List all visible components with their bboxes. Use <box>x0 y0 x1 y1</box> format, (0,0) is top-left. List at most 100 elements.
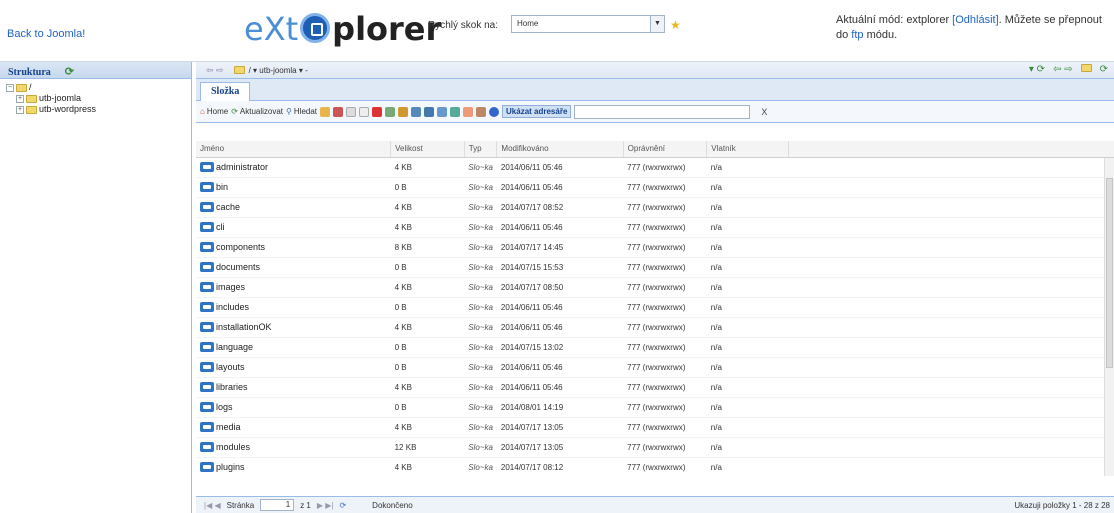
column-header-name[interactable]: Jméno <box>196 141 392 158</box>
refresh-icon[interactable]: ⟳ <box>65 66 74 78</box>
row-spacer <box>788 417 1114 438</box>
refresh-button[interactable]: ⟳ Aktualizovat <box>231 107 283 116</box>
nav-arrows-icon[interactable]: ⇦ ⇨ <box>1053 64 1073 75</box>
table-row[interactable]: administrator 4 KB Slo~ka 2014/06/11 05:46 7… <box>196 157 1114 178</box>
tree-item-label: utb-wordpress <box>39 104 97 114</box>
file-size-cell: 4 KB <box>390 277 465 298</box>
column-header-owner[interactable]: Vlatník <box>706 141 789 158</box>
folder-icon <box>200 362 214 372</box>
folder-icon <box>200 422 214 432</box>
filter-clear-button[interactable]: X <box>761 107 767 117</box>
table-row[interactable]: layouts 0 B Slo~ka 2014/06/11 05:46 777 (rwx… <box>196 357 1114 378</box>
expand-icon[interactable]: + <box>16 94 24 103</box>
tree-item-utb-wordpress[interactable]: + utb-wordpress <box>6 104 185 115</box>
home-button[interactable]: ⌂ Home <box>200 107 228 116</box>
table-row[interactable]: cli 4 KB Slo~ka 2014/06/11 05:46 777 (rwxrwx… <box>196 217 1114 238</box>
scrollbar-thumb[interactable] <box>1106 178 1113 368</box>
table-row[interactable]: images 4 KB Slo~ka 2014/07/17 08:50 777 (rwx… <box>196 277 1114 298</box>
column-header-permissions[interactable]: Oprávnění <box>623 141 708 158</box>
mode-text: Aktuální mód: extplorer [Odhlásit]. Může… <box>836 13 1112 43</box>
tab-slozka[interactable]: Složka <box>200 82 251 101</box>
file-name-label: logs <box>216 402 233 412</box>
folder-icon <box>200 382 214 392</box>
file-name-label: language <box>216 342 254 352</box>
folder-icon <box>200 162 214 172</box>
file-name-cell: plugins <box>196 457 391 475</box>
path-breadcrumb[interactable]: / ▾ utb-joomla ▾ - <box>249 66 308 75</box>
column-header-type[interactable]: Typ <box>464 141 498 158</box>
folder-icon <box>200 322 214 332</box>
help-icon[interactable] <box>489 106 500 117</box>
table-row[interactable]: includes 0 B Slo~ka 2014/06/11 05:46 777 (rw… <box>196 297 1114 318</box>
archive-icon[interactable] <box>463 106 474 117</box>
file-permissions-cell: 777 (rwxrwxrwx) <box>623 237 707 258</box>
file-type-cell: Slo~ka <box>464 397 497 418</box>
table-row[interactable]: language 0 B Slo~ka 2014/07/15 13:02 777 (rw… <box>196 337 1114 358</box>
view-icon[interactable] <box>411 106 422 117</box>
first-page-icon[interactable]: |◀ ◀ <box>204 501 221 510</box>
chevron-down-icon[interactable]: ▼ <box>650 16 664 32</box>
file-type-cell: Slo~ka <box>464 177 497 198</box>
table-row[interactable]: installationOK 4 KB Slo~ka 2014/06/11 05:46… <box>196 317 1114 338</box>
file-permissions-cell: 777 (rwxrwxrwx) <box>623 457 707 475</box>
table-row[interactable]: bin 0 B Slo~ka 2014/06/11 05:46 777 (rwxrwxr… <box>196 177 1114 198</box>
chmod-icon[interactable] <box>398 106 409 117</box>
tree-item-utb-joomla[interactable]: + utb-joomla <box>6 93 185 104</box>
extract-icon[interactable] <box>476 106 487 117</box>
next-page-icon[interactable]: ▶ ▶| <box>317 501 334 510</box>
column-header-modified[interactable]: Modifikováno <box>496 141 624 158</box>
upload-icon[interactable] <box>450 106 461 117</box>
file-permissions-cell: 777 (rwxrwxrwx) <box>623 217 707 238</box>
show-directories-button[interactable]: Ukázat adresáře <box>502 105 572 118</box>
details-icon[interactable] <box>424 106 435 117</box>
collapse-icon[interactable]: − <box>6 83 14 92</box>
file-modified-cell: 2014/07/17 13:05 <box>496 437 624 458</box>
table-row[interactable]: modules 12 KB Slo~ka 2014/07/17 13:05 777 (r… <box>196 437 1114 458</box>
tab-strip: Složka <box>196 79 1114 101</box>
file-size-cell: 4 KB <box>390 217 465 238</box>
refresh-icon[interactable]: ⟳ <box>339 501 346 510</box>
copy-icon[interactable] <box>346 106 357 117</box>
file-size-cell: 8 KB <box>390 237 465 258</box>
reload-icon[interactable]: ⟳ <box>1100 64 1108 75</box>
download-icon[interactable] <box>437 106 448 117</box>
file-permissions-cell: 777 (rwxrwxrwx) <box>623 397 707 418</box>
file-modified-cell: 2014/07/17 08:50 <box>496 277 624 298</box>
table-row[interactable]: documents 0 B Slo~ka 2014/07/15 15:53 777 (r… <box>196 257 1114 278</box>
edit-icon[interactable] <box>333 106 344 117</box>
folder-icon[interactable] <box>1080 64 1092 72</box>
filter-input[interactable] <box>574 104 751 119</box>
row-spacer <box>788 357 1114 378</box>
table-row[interactable]: components 8 KB Slo~ka 2014/07/17 14:45 777 … <box>196 237 1114 258</box>
logout-link[interactable]: [Odhlásit] <box>952 14 998 26</box>
ftp-link[interactable]: ftp <box>851 29 863 41</box>
table-row[interactable]: logs 0 B Slo~ka 2014/08/01 14:19 777 (rwxrwx… <box>196 397 1114 418</box>
row-spacer <box>788 437 1114 458</box>
file-name-label: components <box>216 242 266 252</box>
table-row[interactable]: media 4 KB Slo~ka 2014/07/17 13:05 777 (rwxr… <box>196 417 1114 438</box>
file-name-cell: cli <box>196 217 391 238</box>
table-row[interactable]: plugins 4 KB Slo~ka 2014/07/17 08:12 777 (rw… <box>196 457 1114 475</box>
page-input[interactable]: 1 <box>260 499 295 511</box>
new-file-icon[interactable] <box>320 106 331 117</box>
nav-arrows-icon[interactable]: ⇦ ⇨ <box>206 65 224 76</box>
tree-root[interactable]: − / <box>6 82 185 93</box>
vertical-scrollbar[interactable] <box>1104 158 1114 476</box>
back-to-joomla-link[interactable]: Back to Joomla! <box>7 28 85 40</box>
delete-icon[interactable] <box>372 106 383 117</box>
file-name-label: cache <box>216 202 241 212</box>
table-row[interactable]: libraries 4 KB Slo~ka 2014/06/11 05:46 777 (… <box>196 377 1114 398</box>
table-row[interactable]: cache 4 KB Slo~ka 2014/07/17 08:52 777 (rwxr… <box>196 197 1114 218</box>
star-icon[interactable]: ★ <box>670 18 681 32</box>
jump-select[interactable]: Home ▼ <box>511 15 665 33</box>
file-owner-cell: n/a <box>706 317 789 338</box>
file-size-cell: 12 KB <box>390 437 465 458</box>
rename-icon[interactable] <box>385 106 396 117</box>
file-permissions-cell: 777 (rwxrwxrwx) <box>623 377 707 398</box>
go-icon[interactable]: ▾ ⟳ <box>1029 64 1045 75</box>
expand-icon[interactable]: + <box>16 105 24 114</box>
search-button[interactable]: ⚲ Hledat <box>286 107 317 116</box>
column-header-size[interactable]: Velikost <box>390 141 465 158</box>
move-icon[interactable] <box>359 106 370 117</box>
file-name-cell: administrator <box>196 157 391 178</box>
